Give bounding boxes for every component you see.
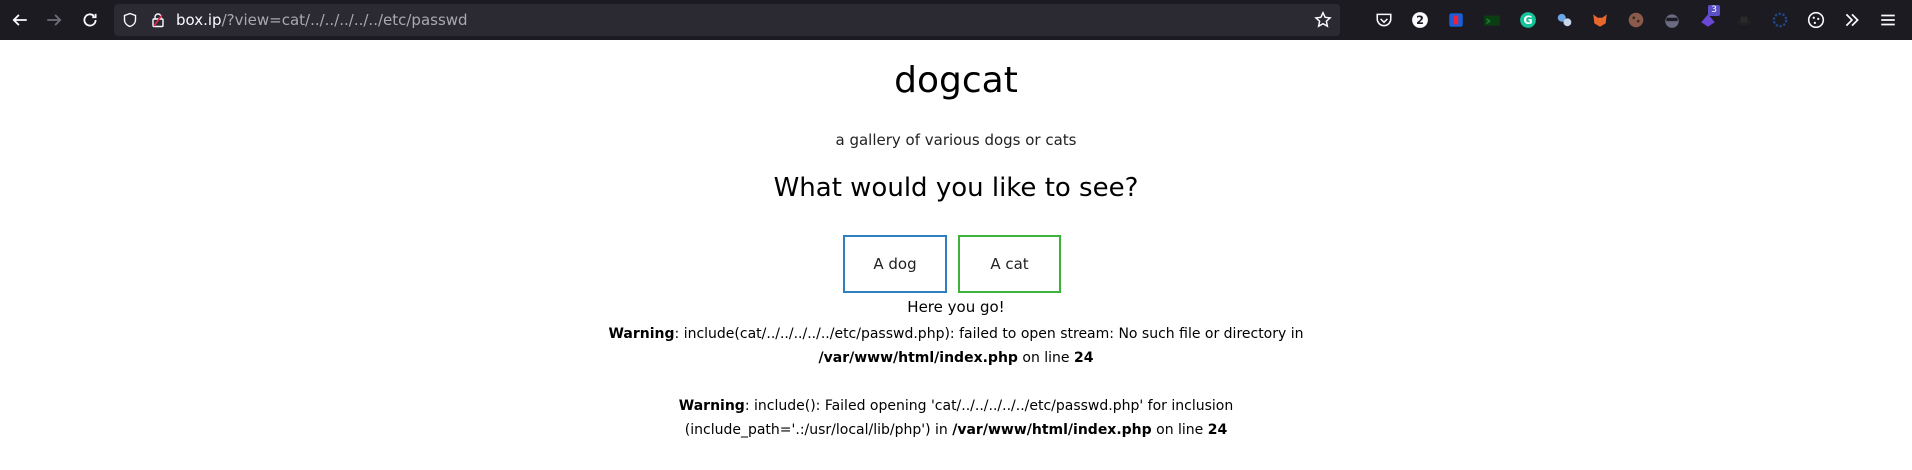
php-warning-1-body: Warning: include(cat/../../../../../etc/… (596, 322, 1316, 370)
extension-badge: 3 (1708, 5, 1720, 16)
reload-button[interactable] (72, 2, 108, 38)
extensions-puzzle-icon[interactable] (1798, 2, 1834, 38)
gear-extension-icon[interactable] (1762, 2, 1798, 38)
warning-file: /var/www/html/index.php (818, 350, 1018, 366)
php-warning-2-body: Warning: include(): Failed opening 'cat/… (586, 394, 1326, 442)
purple-extension-icon[interactable]: 3 (1690, 2, 1726, 38)
shell-extension-icon[interactable] (1474, 2, 1510, 38)
warning-line-label: on line (1151, 422, 1208, 438)
hat-extension-icon[interactable] (1726, 2, 1762, 38)
dog-button[interactable]: A dog (843, 235, 947, 293)
url-host: box.ip (176, 11, 222, 29)
lock-icon[interactable] (144, 4, 172, 36)
shield-icon[interactable] (116, 4, 144, 36)
forward-arrow-icon (47, 14, 62, 26)
forward-button[interactable] (36, 2, 72, 38)
wappalyzer-icon[interactable] (1546, 2, 1582, 38)
question-heading: What would you like to see? (773, 173, 1139, 203)
svg-text:G: G (1523, 14, 1532, 27)
counter-extension-icon[interactable]: 2 (1402, 2, 1438, 38)
page-title: dogcat (894, 60, 1018, 101)
cat-button[interactable]: A cat (958, 235, 1061, 293)
back-button[interactable] (2, 2, 38, 38)
warning-label: Warning (608, 326, 675, 342)
warning-line-label: on line (1017, 350, 1074, 366)
cookie-editor-icon[interactable] (1618, 2, 1654, 38)
menu-hamburger-icon[interactable] (1870, 2, 1906, 38)
pocket-icon[interactable] (1366, 2, 1402, 38)
bitwarden-icon[interactable] (1438, 2, 1474, 38)
bookmark-star-icon[interactable] (1314, 4, 1332, 36)
grammarly-icon[interactable]: G (1510, 2, 1546, 38)
overflow-chevron-icon[interactable] (1834, 2, 1870, 38)
warning-label: Warning (678, 398, 745, 414)
page-subtitle: a gallery of various dogs or cats (835, 131, 1077, 149)
warning-message: : include(cat/../../../../../etc/passwd.… (674, 326, 1304, 342)
extensions-area: 2 G 3 (1366, 2, 1906, 38)
php-warning-2: Warning: include(): Failed opening 'cat/… (0, 394, 1912, 442)
warning-line: 24 (1074, 350, 1094, 366)
address-bar[interactable]: box.ip/?view=cat/../../../../../etc/pass… (114, 4, 1340, 36)
back-arrow-icon (12, 14, 27, 26)
hacktools-icon[interactable] (1654, 2, 1690, 38)
counter-badge-text: 2 (1416, 14, 1424, 27)
browser-toolbar: box.ip/?view=cat/../../../../../etc/pass… (0, 0, 1912, 40)
url-text[interactable]: box.ip/?view=cat/../../../../../etc/pass… (176, 11, 468, 29)
url-path: /?view=cat/../../../../../etc/passwd (221, 11, 468, 29)
reload-icon (83, 13, 97, 27)
foxyproxy-icon[interactable] (1582, 2, 1618, 38)
page-content: dogcat a gallery of various dogs or cats… (0, 40, 1912, 470)
php-warning-1: Warning: include(cat/../../../../../etc/… (0, 322, 1912, 370)
warning-line: 24 (1207, 422, 1228, 438)
result-text: Here you go! (907, 298, 1005, 316)
warning-file: /var/www/html/index.php (952, 422, 1152, 438)
